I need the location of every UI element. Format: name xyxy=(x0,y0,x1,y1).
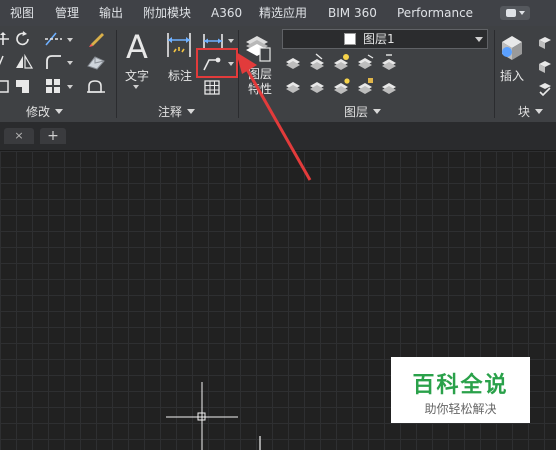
fillet-icon xyxy=(46,55,61,69)
layer-tool-9[interactable] xyxy=(356,77,376,95)
crosshair-cursor-icon xyxy=(166,382,238,450)
tab-bim360[interactable]: BIM 360 xyxy=(328,0,377,26)
panel-title-annotation: 注释 xyxy=(158,105,183,119)
insert-block-icon xyxy=(502,36,522,60)
trim-tool[interactable] xyxy=(45,31,63,47)
tab-featured-apps[interactable]: 精选应用 xyxy=(259,0,307,26)
chevron-down-icon xyxy=(187,109,196,114)
text-a-icon: A xyxy=(126,28,148,62)
dimension-icon xyxy=(167,33,191,57)
trim-icon xyxy=(45,32,62,46)
erase-tool[interactable] xyxy=(88,31,106,47)
scale-tool[interactable] xyxy=(15,78,33,94)
offset-tool[interactable] xyxy=(86,78,106,94)
block-attributes-tool[interactable] xyxy=(537,80,553,96)
edit-block-tool[interactable] xyxy=(537,58,553,74)
stretch-tool[interactable] xyxy=(0,78,10,94)
move-icon xyxy=(0,32,9,45)
tab-view[interactable]: 视图 xyxy=(10,0,34,26)
layer-stack-icon xyxy=(358,78,373,94)
chevron-down-icon xyxy=(535,109,544,114)
create-block-tool[interactable] xyxy=(537,34,553,50)
chevron-down-icon xyxy=(475,37,483,42)
layer-dropdown[interactable]: 图层1 xyxy=(282,29,488,49)
panel-label-block[interactable]: 块 xyxy=(518,103,544,121)
panel-label-modify[interactable]: 修改 xyxy=(26,103,64,121)
chevron-down-icon xyxy=(373,109,382,114)
panel-label-layers[interactable]: 图层 xyxy=(344,103,382,121)
panel-label-annotation[interactable]: 注释 xyxy=(158,103,196,121)
linear-dimension-dropdown-icon[interactable] xyxy=(228,39,234,43)
text-tool-label: 文字 xyxy=(125,69,150,83)
panel-title-block: 块 xyxy=(518,105,531,119)
explode-tool[interactable] xyxy=(86,54,106,70)
trim-dropdown-icon[interactable] xyxy=(67,38,73,42)
create-block-icon xyxy=(539,37,551,49)
watermark-title: 百科全说 xyxy=(412,373,509,398)
chevron-down-icon xyxy=(519,11,525,15)
rotate-icon xyxy=(16,31,29,46)
text-tool[interactable]: A xyxy=(124,28,152,62)
ucs-axis-icon xyxy=(259,436,261,450)
svg-text:A: A xyxy=(126,28,148,62)
array-tool[interactable] xyxy=(45,78,63,94)
layer-stack-icon xyxy=(382,83,396,94)
copy-tool[interactable] xyxy=(0,54,10,70)
watermark-logo: 百科全说 助你轻松解决 xyxy=(391,357,530,423)
tab-output[interactable]: 输出 xyxy=(99,0,123,26)
table-tool[interactable] xyxy=(204,80,220,96)
explode-icon xyxy=(87,56,105,70)
move-tool[interactable] xyxy=(0,32,10,46)
panel-divider xyxy=(494,30,495,118)
layer-stack-icon xyxy=(382,54,396,70)
layer-tool-10[interactable] xyxy=(380,77,400,95)
tab-manage[interactable]: 管理 xyxy=(55,0,79,26)
panel-divider xyxy=(116,30,117,118)
array-icon xyxy=(46,79,60,93)
layer-stack-icon xyxy=(334,54,349,70)
copy-icon xyxy=(0,55,4,66)
close-icon[interactable]: × xyxy=(4,128,34,144)
layer-color-swatch xyxy=(344,33,356,45)
layer-tool-4[interactable] xyxy=(356,54,376,70)
layer-tool-8[interactable] xyxy=(332,77,352,95)
fillet-dropdown-icon[interactable] xyxy=(67,61,73,65)
layer-tool-3[interactable] xyxy=(332,53,352,71)
tab-addins[interactable]: 附加模块 xyxy=(143,0,191,26)
rotate-tool[interactable] xyxy=(15,31,31,47)
dimension-large-tool[interactable] xyxy=(165,30,193,60)
panel-title-layers: 图层 xyxy=(344,105,369,119)
table-icon xyxy=(204,80,220,95)
layer-stack-icon xyxy=(334,78,350,94)
new-tab-button[interactable]: + xyxy=(40,128,66,144)
block-attributes-icon xyxy=(539,83,551,96)
tab-performance[interactable]: Performance xyxy=(397,0,473,26)
fillet-tool[interactable] xyxy=(45,54,63,70)
mirror-tool[interactable] xyxy=(15,54,33,70)
dimension-tool-label: 标注 xyxy=(168,69,193,83)
offset-icon xyxy=(87,80,105,93)
insert-block-label: 插入 xyxy=(500,69,525,83)
document-tab[interactable]: × xyxy=(4,128,34,144)
watermark-subtitle: 助你轻松解决 xyxy=(424,402,497,416)
window-icon xyxy=(506,9,516,17)
ribbon-tab-bar: 视图 管理 输出 附加模块 A360 精选应用 BIM 360 Performa… xyxy=(0,0,556,27)
layer-tool-5[interactable] xyxy=(380,53,400,71)
edit-block-icon xyxy=(539,61,551,73)
ribbon-options-dropdown[interactable] xyxy=(500,6,530,20)
pencil-icon xyxy=(89,33,104,47)
layer-stack-icon xyxy=(358,54,374,69)
autocad-window: 视图 管理 输出 附加模块 A360 精选应用 BIM 360 Performa… xyxy=(0,0,556,450)
tab-a360[interactable]: A360 xyxy=(211,0,242,26)
scale-icon xyxy=(16,80,29,93)
red-pointer-arrow-icon xyxy=(236,52,312,181)
panel-title-modify: 修改 xyxy=(26,105,51,119)
insert-block-tool[interactable] xyxy=(498,30,528,64)
mirror-icon xyxy=(16,54,33,69)
chevron-down-icon xyxy=(55,109,64,114)
current-layer-name: 图层1 xyxy=(363,32,395,46)
stretch-icon xyxy=(0,80,9,93)
array-dropdown-icon[interactable] xyxy=(67,85,73,89)
text-dropdown-icon[interactable] xyxy=(133,85,139,89)
